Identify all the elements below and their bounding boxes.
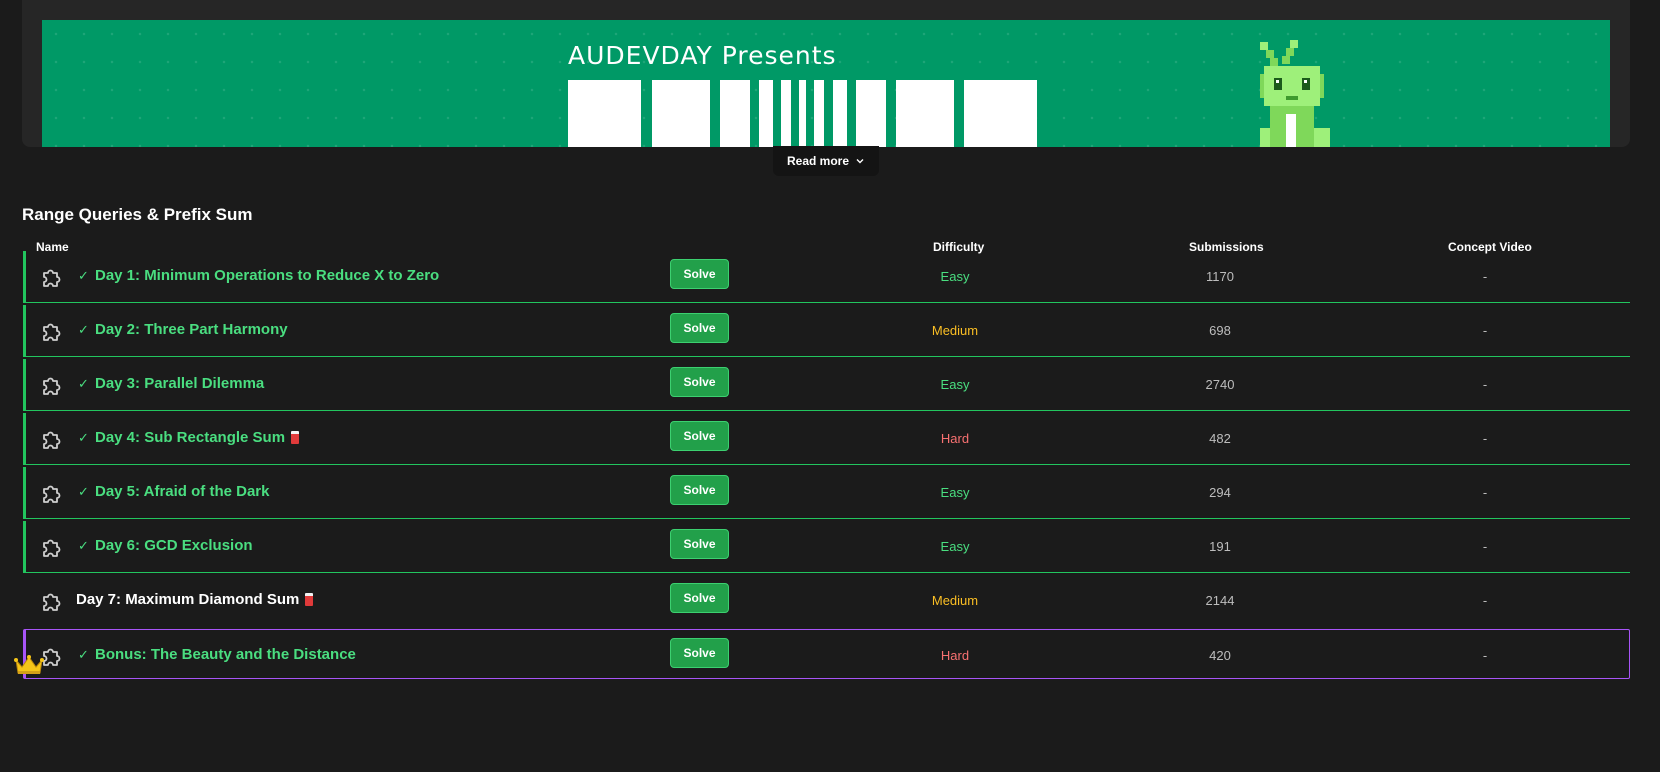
solve-button[interactable]: Solve <box>670 313 729 343</box>
solve-button[interactable]: Solve <box>670 475 729 505</box>
concept-video-cell: - <box>1482 648 1488 663</box>
problem-title: Day 5: Afraid of the Dark <box>95 483 270 500</box>
difficulty-label: Hard <box>940 431 970 446</box>
concept-video-cell: - <box>1482 323 1488 338</box>
problem-row[interactable]: ✓ Day 1: Minimum Operations to Reduce X t… <box>23 251 1630 303</box>
submissions-count: 2144 <box>1205 593 1235 608</box>
submissions-count: 191 <box>1209 539 1231 554</box>
submissions-count: 698 <box>1209 323 1231 338</box>
problem-title: Day 7: Maximum Diamond Sum <box>76 591 300 608</box>
check-icon: ✓ <box>78 376 89 391</box>
difficulty-label: Easy <box>940 269 970 284</box>
difficulty-label: Medium <box>931 593 979 608</box>
problem-title: Day 6: GCD Exclusion <box>95 537 253 554</box>
problem-title-link[interactable]: Day 6: GCD Exclusion <box>95 537 253 554</box>
solve-button[interactable]: Solve <box>670 259 729 289</box>
problem-title-link[interactable]: Day 7: Maximum Diamond Sum <box>76 591 314 608</box>
section-title: Range Queries & Prefix Sum <box>22 205 253 224</box>
problem-title-link[interactable]: Day 2: Three Part Harmony <box>95 321 288 338</box>
check-icon: ✓ <box>78 268 89 283</box>
puzzle-icon <box>40 481 64 505</box>
problem-row[interactable]: ✓ Day 2: Three Part Harmony Solve Medium 698… <box>23 305 1630 357</box>
submissions-count: 294 <box>1209 485 1231 500</box>
puzzle-icon <box>40 589 64 613</box>
problem-title: Day 4: Sub Rectangle Sum <box>95 429 286 446</box>
solve-button[interactable]: Solve <box>670 421 729 451</box>
problem-title-link[interactable]: Bonus: The Beauty and the Distance <box>95 646 356 663</box>
problem-row[interactable]: Day 7: Maximum Diamond Sum Solve Medium 214… <box>23 575 1630 627</box>
difficulty-label: Easy <box>940 377 970 392</box>
difficulty-label: Hard <box>940 648 970 663</box>
crown-icon <box>14 655 44 674</box>
concept-video-cell: - <box>1482 269 1488 284</box>
problem-row[interactable]: ✓ Day 4: Sub Rectangle Sum Solve Hard 482 - <box>23 413 1630 465</box>
event-banner: AUDEVDAY Presents <box>42 20 1610 147</box>
check-icon: ✓ <box>78 647 89 662</box>
solve-button[interactable]: Solve <box>670 583 729 613</box>
problem-row[interactable]: ✓ Day 3: Parallel Dilemma Solve Easy 2740 - <box>23 359 1630 411</box>
alien-mascot-icon <box>1260 40 1330 147</box>
problem-row[interactable]: ✓ Day 5: Afraid of the Dark Solve Easy 294 - <box>23 467 1630 519</box>
read-more-label: Read more <box>786 154 850 168</box>
check-icon: ✓ <box>78 484 89 499</box>
puzzle-icon <box>40 373 64 397</box>
submissions-count: 420 <box>1209 648 1231 663</box>
submissions-count: 1170 <box>1206 269 1234 284</box>
puzzle-icon <box>40 427 64 451</box>
problem-title: Day 1: Minimum Operations to Reduce X to… <box>95 267 440 284</box>
chevron-down-icon <box>856 159 864 164</box>
concept-video-cell: - <box>1482 593 1488 608</box>
submissions-count: 482 <box>1209 431 1231 446</box>
problem-title-link[interactable]: Day 1: Minimum Operations to Reduce X to… <box>95 267 439 284</box>
problem-title: Day 3: Parallel Dilemma <box>95 375 265 392</box>
problem-title-link[interactable]: Day 3: Parallel Dilemma <box>95 375 264 392</box>
difficulty-label: Medium <box>931 323 979 338</box>
drink-can-icon <box>291 431 300 444</box>
banner-title: AUDEVDAY Presents <box>568 41 837 70</box>
solve-button[interactable]: Solve <box>670 529 729 559</box>
concept-video-cell: - <box>1482 377 1488 392</box>
problem-row[interactable]: ✓ Day 6: GCD Exclusion Solve Easy 191 - <box>23 521 1630 573</box>
read-more-button[interactable]: Read more <box>773 146 879 176</box>
concept-video-cell: - <box>1482 431 1488 446</box>
concept-video-cell: - <box>1482 539 1488 554</box>
puzzle-icon <box>40 319 64 343</box>
bonus-problem-row[interactable]: ✓ Bonus: The Beauty and the Distance Solve… <box>23 629 1630 679</box>
problem-title: Day 2: Three Part Harmony <box>95 321 288 338</box>
puzzle-icon <box>40 535 64 559</box>
problem-title-link[interactable]: Day 4: Sub Rectangle Sum <box>95 429 300 446</box>
check-icon: ✓ <box>78 322 89 337</box>
problem-title-link[interactable]: Day 5: Afraid of the Dark <box>95 483 270 500</box>
difficulty-label: Easy <box>940 485 970 500</box>
concept-video-cell: - <box>1482 485 1488 500</box>
event-banner-card: AUDEVDAY Presents <box>22 0 1630 147</box>
submissions-count: 2740 <box>1205 377 1235 392</box>
solve-button[interactable]: Solve <box>670 638 729 668</box>
problem-title: Bonus: The Beauty and the Distance <box>95 646 356 663</box>
check-icon: ✓ <box>78 538 89 553</box>
check-icon: ✓ <box>78 430 89 445</box>
drink-can-icon <box>305 593 314 606</box>
banner-barcode-logo <box>568 80 1088 147</box>
puzzle-icon <box>40 265 64 289</box>
solve-button[interactable]: Solve <box>670 367 729 397</box>
difficulty-label: Easy <box>940 539 970 554</box>
